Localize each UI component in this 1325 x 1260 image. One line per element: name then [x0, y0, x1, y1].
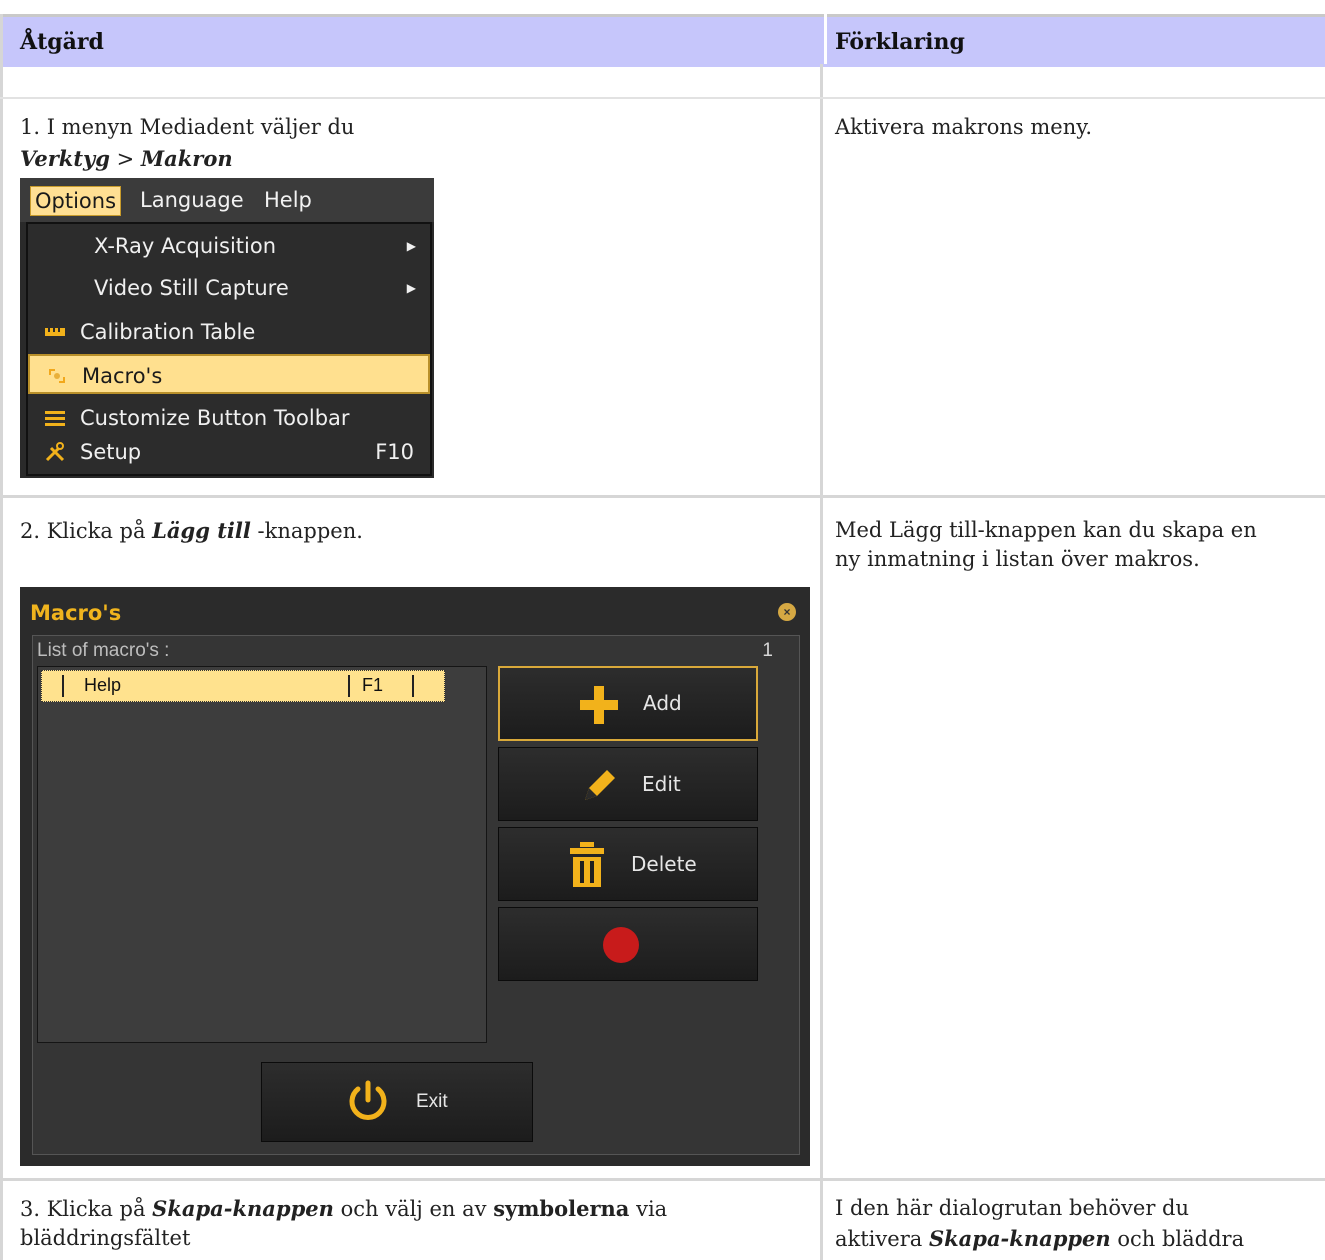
plus-icon — [580, 686, 618, 724]
row3-mid: och välj en av — [333, 1197, 494, 1221]
options-menu-screenshot: Options Language Help X-Ray Acquisition … — [20, 178, 434, 478]
row2-pre: 2. Klicka på — [20, 519, 153, 543]
row3-post: via — [629, 1197, 668, 1221]
row3-exp-post: och bläddra — [1110, 1227, 1245, 1251]
list-item[interactable]: Help F1 — [41, 670, 445, 702]
tools-icon — [45, 442, 65, 462]
delete-button-label: Delete — [631, 852, 697, 876]
menu-item-label: X-Ray Acquisition — [94, 234, 277, 258]
header-explanation: Förklaring — [835, 29, 965, 55]
list-count: 1 — [762, 640, 773, 661]
dialog-title: Macro's — [30, 601, 122, 625]
edit-button[interactable]: Edit — [498, 747, 758, 821]
exit-button-label: Exit — [416, 1091, 448, 1112]
submenu-arrow-icon: ▶ — [406, 239, 416, 253]
column-divider — [820, 64, 823, 1260]
row2-bold: Lägg till — [152, 518, 251, 543]
header-divider — [824, 14, 827, 64]
menu-item-xray[interactable]: X-Ray Acquisition ▶ — [28, 226, 430, 266]
add-button[interactable]: Add — [498, 666, 758, 741]
list-label: List of macro's : — [37, 640, 170, 661]
edit-button-label: Edit — [642, 772, 681, 796]
row-divider-2 — [0, 1178, 1325, 1181]
macro-list[interactable]: Help F1 — [37, 666, 487, 1043]
power-icon — [349, 1080, 387, 1120]
menu-help[interactable]: Help — [260, 186, 316, 214]
menu-item-setup[interactable]: Setup F10 — [28, 432, 430, 472]
row3-step-text-2: bläddringsfältet — [20, 1226, 191, 1250]
menu-bar: Options Language Help — [20, 178, 434, 222]
row3-exp-pre: aktivera — [835, 1227, 929, 1251]
path-verktyg: Verktyg — [20, 146, 110, 171]
row1-menu-path: Verktyg > Makron — [20, 146, 233, 171]
menu-shortcut: F10 — [375, 440, 414, 464]
row1-step-text: 1. I menyn Mediadent väljer du — [20, 115, 355, 139]
exit-button[interactable]: Exit — [261, 1062, 533, 1142]
menu-item-label: Macro's — [82, 364, 163, 388]
delete-button[interactable]: Delete — [498, 827, 758, 901]
macro-icon — [49, 369, 65, 383]
macros-dialog-screenshot: Macro's × List of macro's : 1 Help F1 Ad… — [20, 587, 810, 1166]
record-icon — [603, 927, 639, 963]
row3-bold2: symbolerna — [493, 1196, 630, 1221]
row1-explanation: Aktivera makrons meny. — [835, 115, 1093, 139]
row2-step-text: 2. Klicka på Lägg till -knappen. — [20, 518, 363, 543]
macro-name: Help — [84, 675, 122, 695]
path-separator: > — [109, 147, 141, 171]
row-divider — [412, 675, 414, 697]
record-button[interactable] — [498, 907, 758, 981]
menu-item-label: Video Still Capture — [94, 276, 289, 300]
menu-options[interactable]: Options — [30, 186, 122, 216]
options-dropdown: X-Ray Acquisition ▶ Video Still Capture … — [26, 222, 432, 476]
row2-explanation-2: ny inmatning i listan över makros. — [835, 547, 1200, 571]
row3-step-text: 3. Klicka på Skapa-knappen och välj en a… — [20, 1196, 667, 1221]
ruler-icon — [45, 328, 65, 336]
instruction-table: Åtgärd Förklaring 1. I menyn Mediadent v… — [0, 0, 1325, 1260]
path-makron: Makron — [140, 146, 233, 171]
header-action: Åtgärd — [20, 29, 104, 55]
row2-explanation-1: Med Lägg till-knappen kan du skapa en — [835, 518, 1257, 542]
table-border-left — [0, 14, 3, 1260]
add-button-label: Add — [643, 691, 682, 715]
dialog-body: List of macro's : 1 Help F1 Add Edit Del… — [32, 635, 800, 1155]
menu-item-video[interactable]: Video Still Capture ▶ — [28, 268, 430, 308]
menu-language[interactable]: Language — [136, 186, 248, 214]
menu-item-label: Calibration Table — [80, 320, 256, 344]
close-icon[interactable]: × — [778, 603, 796, 621]
menu-item-macros[interactable]: Macro's — [28, 354, 430, 394]
table-header: Åtgärd Förklaring — [0, 14, 1325, 67]
menu-item-calibration[interactable]: Calibration Table — [28, 312, 430, 352]
row3-explanation-2: aktivera Skapa-knappen och bläddra — [835, 1226, 1244, 1251]
macro-key: F1 — [362, 675, 384, 695]
trash-icon — [570, 842, 604, 887]
row-divider-0 — [0, 97, 1325, 99]
row3-explanation-1: I den här dialogrutan behöver du — [835, 1196, 1190, 1220]
submenu-arrow-icon: ▶ — [406, 281, 416, 295]
row3-bold1: Skapa-knappen — [152, 1196, 334, 1221]
menu-item-label: Setup — [80, 440, 142, 464]
row3-pre: 3. Klicka på — [20, 1197, 153, 1221]
hamburger-icon — [45, 411, 65, 426]
row-divider-1 — [0, 495, 1325, 498]
pencil-icon — [585, 770, 615, 800]
row3-exp-bold: Skapa-knappen — [928, 1226, 1111, 1251]
row-divider — [62, 675, 64, 697]
row2-post: -knappen. — [250, 519, 363, 543]
row-divider — [348, 675, 350, 697]
